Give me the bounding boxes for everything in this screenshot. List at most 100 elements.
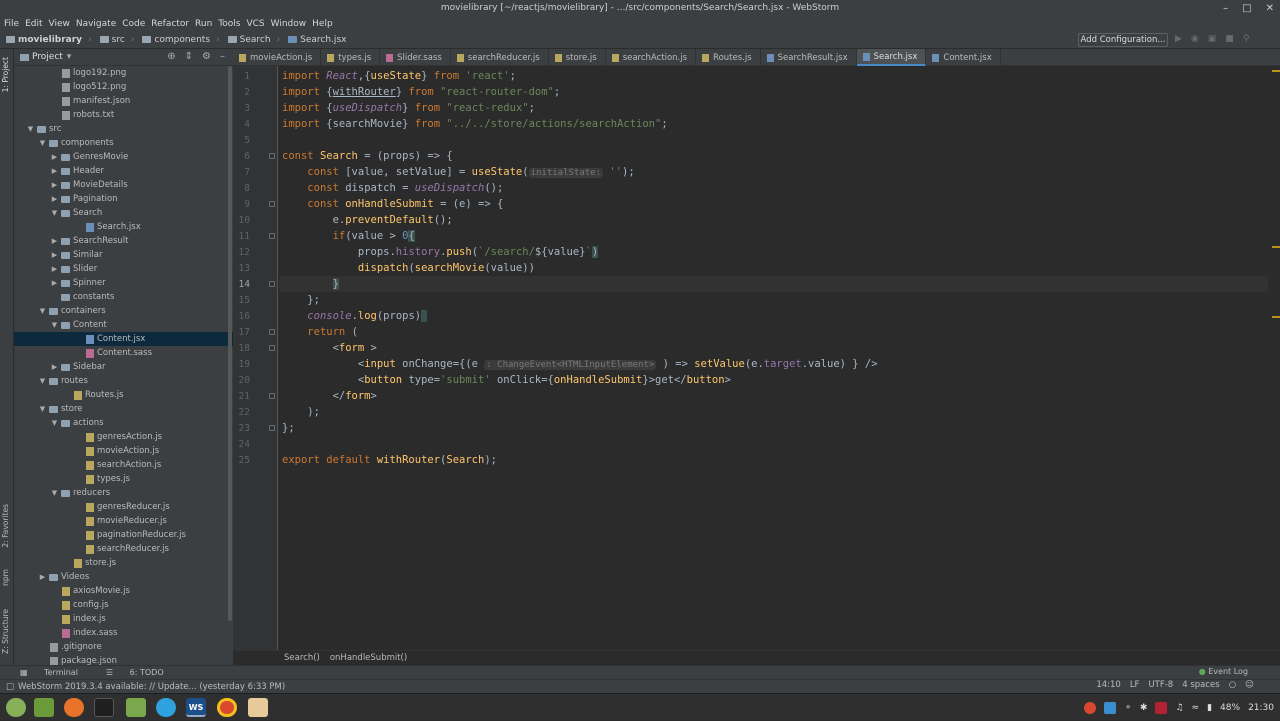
code-line[interactable]: if(value > 0{: [282, 228, 415, 244]
breadcrumb-item[interactable]: Search(): [284, 653, 320, 663]
minimize-icon[interactable]: –: [1223, 3, 1228, 14]
tree-item[interactable]: ▼ containers: [14, 304, 233, 318]
tree-item[interactable]: logo512.png: [14, 80, 233, 94]
archive-icon[interactable]: [248, 698, 268, 717]
shield-icon[interactable]: ⚬: [1124, 703, 1132, 713]
fold-icon[interactable]: [269, 281, 275, 287]
menu-item-help[interactable]: Help: [312, 19, 333, 29]
chevron-right-icon[interactable]: ▶: [50, 167, 59, 175]
close-icon[interactable]: ✕: [1266, 3, 1274, 14]
battery-icon[interactable]: ▮: [1207, 703, 1212, 713]
file-encoding[interactable]: UTF-8: [1148, 680, 1173, 690]
warning-marker[interactable]: [1272, 70, 1280, 72]
menu-item-code[interactable]: Code: [122, 19, 145, 29]
code-line[interactable]: );: [282, 404, 320, 420]
menu-item-edit[interactable]: Edit: [25, 19, 42, 29]
tree-item[interactable]: logo192.png: [14, 66, 233, 80]
menu-item-run[interactable]: Run: [195, 19, 212, 29]
code-line[interactable]: };: [282, 292, 320, 308]
code-line[interactable]: dispatch(searchMovie(value)): [282, 260, 535, 276]
code-line[interactable]: const onHandleSubmit = (e) => {: [282, 196, 503, 212]
terminal-tool-button[interactable]: ▦ Terminal: [20, 668, 92, 677]
line-separator[interactable]: LF: [1130, 680, 1140, 690]
debug-icon[interactable]: ◉: [1191, 34, 1199, 44]
tree-item[interactable]: ▶ SearchResult: [14, 234, 233, 248]
tree-item[interactable]: genresAction.js: [14, 430, 233, 444]
event-log-button[interactable]: ● Event Log: [1199, 667, 1248, 676]
code-line[interactable]: const Search = (props) => {: [282, 148, 453, 164]
chevron-right-icon[interactable]: ▶: [38, 573, 47, 581]
stop-icon[interactable]: ■: [1225, 34, 1234, 44]
structure-tool-button[interactable]: Z: Structure: [1, 609, 10, 654]
breadcrumb-item[interactable]: components ›: [142, 35, 220, 45]
fold-icon[interactable]: [269, 345, 275, 351]
tree-item[interactable]: ▼ routes: [14, 374, 233, 388]
tree-item[interactable]: paginationReducer.js: [14, 528, 233, 542]
gear-icon[interactable]: ⚙: [202, 51, 211, 62]
tree-item[interactable]: ▶ Similar: [14, 248, 233, 262]
chevron-down-icon[interactable]: ▼: [26, 125, 35, 133]
show-desktop-icon[interactable]: [34, 698, 54, 717]
tree-item[interactable]: ▶ Slider: [14, 262, 233, 276]
tree-item[interactable]: ▶ MovieDetails: [14, 178, 233, 192]
tab-content-jsx[interactable]: Content.jsx: [926, 49, 1001, 66]
tab-types-js[interactable]: types.js: [321, 49, 381, 66]
fold-icon[interactable]: [269, 425, 275, 431]
chevron-down-icon[interactable]: ▼: [50, 321, 59, 329]
breadcrumb-item[interactable]: Search ›: [227, 35, 280, 45]
warning-marker[interactable]: [1272, 246, 1280, 248]
tree-item[interactable]: config.js: [14, 598, 233, 612]
chevron-right-icon[interactable]: ▶: [50, 153, 59, 161]
tab-movieaction-js[interactable]: movieAction.js: [233, 49, 322, 66]
chevron-down-icon[interactable]: ▼: [38, 139, 47, 147]
chevron-down-icon[interactable]: ▼: [50, 419, 59, 427]
fold-icon[interactable]: [269, 393, 275, 399]
tree-item[interactable]: ▼ store: [14, 402, 233, 416]
hide-icon[interactable]: –: [220, 51, 225, 62]
code-line[interactable]: import {searchMovie} from "../../store/a…: [282, 116, 668, 132]
code-line[interactable]: </form>: [282, 388, 377, 404]
code-line[interactable]: props.history.push(`/search/${value}`): [282, 244, 599, 260]
editor-scrollbar[interactable]: [1268, 66, 1280, 650]
chrome-icon[interactable]: [217, 698, 237, 717]
files-icon[interactable]: [126, 698, 146, 717]
chevron-right-icon[interactable]: ▶: [50, 195, 59, 203]
telegram-icon[interactable]: [156, 698, 176, 717]
collapse-icon[interactable]: ⇕: [185, 51, 193, 62]
coverage-icon[interactable]: ▣: [1208, 34, 1217, 44]
tree-item[interactable]: manifest.json: [14, 94, 233, 108]
chevron-right-icon[interactable]: ▶: [50, 363, 59, 371]
menu-item-view[interactable]: View: [49, 19, 70, 29]
menu-item-file[interactable]: File: [4, 19, 19, 29]
bluetooth-icon[interactable]: ✱: [1140, 703, 1148, 713]
menu-item-vcs[interactable]: VCS: [246, 19, 264, 29]
chevron-right-icon[interactable]: ▶: [50, 181, 59, 189]
tree-item[interactable]: ▶ Spinner: [14, 276, 233, 290]
status-message[interactable]: WebStorm 2019.3.4 available: // Update..…: [18, 682, 285, 692]
tab-store-js[interactable]: store.js: [549, 49, 606, 66]
volume-icon[interactable]: ♫: [1175, 703, 1183, 713]
code-line[interactable]: console.log(props): [282, 308, 428, 324]
tree-item[interactable]: .gitignore: [14, 640, 233, 654]
tab-search-jsx[interactable]: Search.jsx: [856, 49, 927, 66]
tree-item[interactable]: types.js: [14, 472, 233, 486]
tree-item[interactable]: searchReducer.js: [14, 542, 233, 556]
tree-item[interactable]: index.js: [14, 612, 233, 626]
tab-searchaction-js[interactable]: searchAction.js: [606, 49, 697, 66]
chevron-down-icon[interactable]: ▼: [38, 377, 47, 385]
tree-item[interactable]: Content.jsx: [14, 332, 233, 346]
terminal-app-icon[interactable]: [94, 698, 114, 717]
tree-item[interactable]: ▼ src: [14, 122, 233, 136]
lock-icon[interactable]: ○: [1229, 680, 1236, 690]
breadcrumb-item[interactable]: movielibrary ›: [6, 35, 92, 45]
tree-item[interactable]: ▶ GenresMovie: [14, 150, 233, 164]
project-panel-title[interactable]: Project: [32, 52, 63, 62]
tab-slider-sass[interactable]: Slider.sass: [380, 49, 451, 66]
add-configuration-button[interactable]: Add Configuration...: [1078, 33, 1168, 47]
favorites-tool-button[interactable]: 2: Favorites: [1, 504, 10, 548]
code-line[interactable]: <input onChange={(e : ChangeEvent<HTMLIn…: [282, 356, 878, 372]
code-line[interactable]: };: [282, 420, 295, 436]
breadcrumb-item[interactable]: Search.jsx: [288, 35, 346, 45]
run-icon[interactable]: ▶: [1175, 34, 1182, 44]
inspector-icon[interactable]: ☺: [1245, 680, 1254, 690]
